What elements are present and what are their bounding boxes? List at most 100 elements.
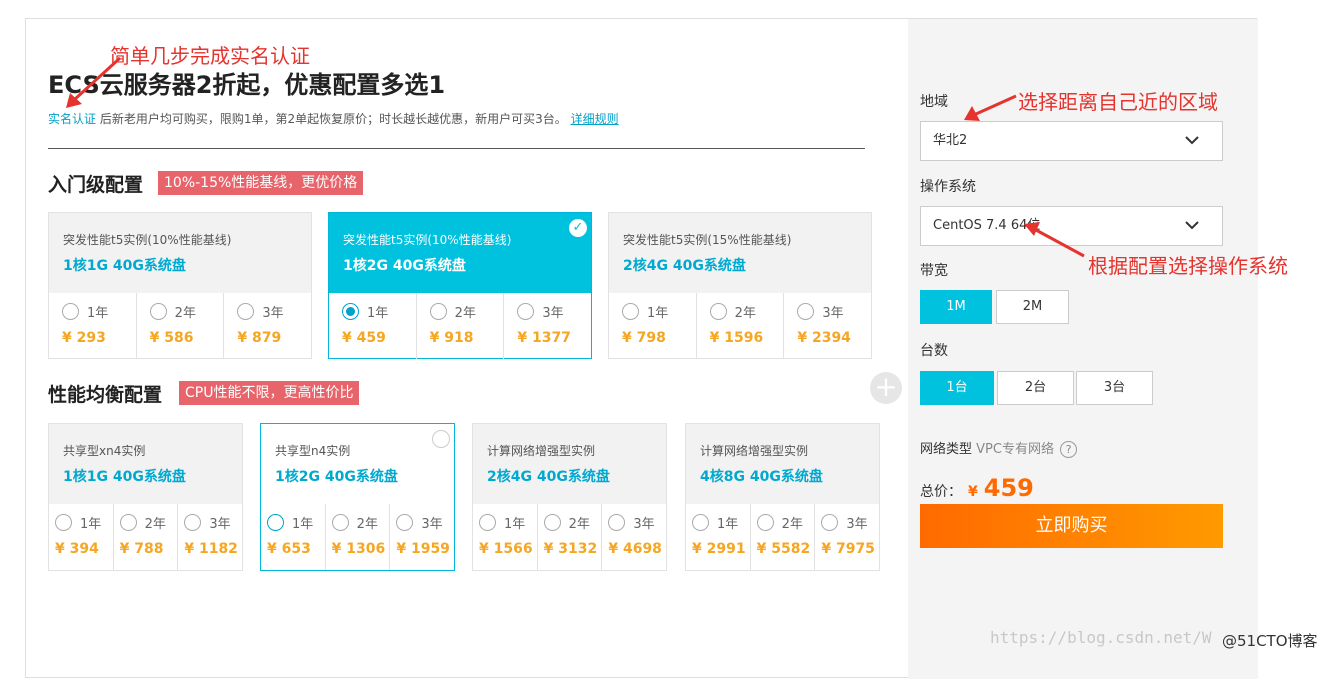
promo-description: 实名认证 后新老用户均可购买，限购1单，第2单起恢复原价；时长越长越优惠，新用户… [48,110,619,127]
term-option[interactable]: 3年 ¥ 2394 [784,293,871,359]
instance-config: 1核1G 40G系统盘 [63,469,186,485]
radio-button[interactable] [709,302,727,320]
radio-button[interactable] [517,302,535,320]
order-panel [908,19,1258,679]
page-frame: ECS云服务器2折起，优惠配置多选1 实名认证 后新老用户均可购买，限购1单，第… [25,18,1258,679]
instance-config: 1核2G 40G系统盘 [343,258,466,274]
help-icon[interactable]: ? [1060,441,1078,458]
price: ¥ 879 [237,330,282,346]
instance-type: 突发性能t5实例(10%性能基线) [343,233,512,247]
plan-card-selected[interactable]: 突发性能t5实例(10%性能基线) 1核2G 40G系统盘 ✓ 1年 ¥ 459… [328,212,592,359]
entry-section-tag: 10%-15%性能基线，更优价格 [158,171,364,195]
term-option[interactable]: 2年 ¥ 1306 [326,504,391,570]
watermark-site: @51CTO博客 [1222,632,1318,650]
radio-button[interactable] [62,302,79,320]
price: ¥ 293 [62,330,106,346]
total-price: 总价： ¥459 [920,474,1034,502]
term-option[interactable]: 3年 ¥ 1377 [504,293,591,359]
plan-card-hover[interactable]: 共享型n4实例 1核2G 40G系统盘 1年 ¥ 653 2年 ¥ 1306 3… [260,423,455,571]
os-select[interactable]: CentOS 7.4 64位 [920,206,1223,246]
balanced-section-tag: CPU性能不限，更高性价比 [179,381,360,405]
region-select[interactable]: 华北2 [920,121,1223,161]
term-option[interactable]: 1年 ¥ 459 [329,293,417,359]
term-option[interactable]: 1年 ¥ 798 [609,293,697,359]
radio-button[interactable] [119,513,137,531]
page-title: ECS云服务器2折起，优惠配置多选1 [48,71,446,99]
instance-type: 共享型n4实例 [275,444,351,458]
radio-button[interactable] [821,513,839,531]
check-icon: ✓ [569,219,587,237]
plan-card[interactable]: 共享型xn4实例 1核1G 40G系统盘 1年 ¥ 394 2年 ¥ 788 3… [48,423,243,571]
price: ¥ 798 [622,330,666,346]
radio-button[interactable] [608,513,626,531]
radio-button[interactable] [622,302,639,320]
term-option[interactable]: 1年 ¥ 293 [49,293,137,359]
term-option[interactable]: 3年 ¥ 879 [224,293,311,359]
radio-button[interactable] [267,513,284,531]
radio-button-checked[interactable] [342,302,359,320]
price: ¥ 1306 [331,541,386,557]
plus-icon: + [870,372,902,404]
term-option[interactable]: 2年 ¥ 586 [137,293,225,359]
region-value: 华北2 [933,133,968,148]
radio-button[interactable] [331,513,349,531]
radio-button[interactable] [543,513,561,531]
radio-button[interactable] [237,302,255,320]
radio-button[interactable] [149,302,167,320]
unchecked-circle-icon [432,430,450,448]
os-label: 操作系统 [920,179,976,195]
price: ¥ 459 [342,330,386,346]
network-type: 网络类型 VPC专有网络 ? [920,438,1078,458]
bandwidth-option-2m[interactable]: 2M [996,290,1069,324]
price: ¥ 788 [119,541,164,557]
radio-button[interactable] [692,513,709,531]
term-option[interactable]: 3年 ¥ 7975 [815,504,879,570]
radio-button[interactable] [756,513,774,531]
radio-button[interactable] [55,513,72,531]
count-option-1[interactable]: 1台 [920,371,994,405]
plan-card[interactable]: 突发性能t5实例(15%性能基线) 2核4G 40G系统盘 1年 ¥ 798 2… [608,212,872,359]
plan-card[interactable]: 计算网络增强型实例 4核8G 40G系统盘 1年 ¥ 2991 2年 ¥ 558… [685,423,880,571]
radio-button[interactable] [396,513,414,531]
term-option[interactable]: 2年 ¥ 918 [417,293,505,359]
network-value: VPC专有网络 [976,442,1054,457]
term-option[interactable]: 1年 ¥ 394 [49,504,114,570]
rules-link[interactable]: 详细规则 [571,112,619,126]
radio-button[interactable] [429,302,447,320]
instance-config: 1核2G 40G系统盘 [275,469,398,485]
term-option[interactable]: 2年 ¥ 1596 [697,293,785,359]
entry-section-title: 入门级配置 [48,174,144,196]
annotation-os: 根据配置选择操作系统 [1088,254,1288,278]
radio-button[interactable] [184,513,202,531]
instance-type: 突发性能t5实例(15%性能基线) [623,233,792,247]
radio-button[interactable] [479,513,496,531]
price: ¥ 1596 [709,330,764,346]
price: ¥ 5582 [756,541,811,557]
term-option[interactable]: 2年 ¥ 788 [114,504,179,570]
watermark-url: https://blog.csdn.net/W [990,628,1212,647]
term-option[interactable]: 3年 ¥ 4698 [602,504,666,570]
price: ¥ 7975 [821,541,875,557]
term-option[interactable]: 3年 ¥ 1959 [390,504,454,570]
verify-link[interactable]: 实名认证 [48,112,96,126]
term-option[interactable]: 2年 ¥ 3132 [538,504,603,570]
balanced-section-title: 性能均衡配置 [48,384,163,406]
plan-card[interactable]: 突发性能t5实例(10%性能基线) 1核1G 40G系统盘 1年 ¥ 293 2… [48,212,312,359]
chevron-down-icon [1185,221,1199,230]
term-option[interactable]: 1年 ¥ 1566 [473,504,538,570]
term-option[interactable]: 3年 ¥ 1182 [178,504,242,570]
bandwidth-label: 带宽 [920,263,948,279]
plan-card[interactable]: 计算网络增强型实例 2核4G 40G系统盘 1年 ¥ 1566 2年 ¥ 313… [472,423,667,571]
price: ¥ 1182 [184,541,238,557]
term-option[interactable]: 1年 ¥ 2991 [686,504,751,570]
buy-now-button[interactable]: 立即购买 [920,504,1223,548]
term-option[interactable]: 1年 ¥ 653 [261,504,326,570]
bandwidth-option-1m[interactable]: 1M [920,290,992,324]
radio-button[interactable] [797,302,815,320]
term-option[interactable]: 2年 ¥ 5582 [751,504,816,570]
promo-text: 后新老用户均可购买，限购1单，第2单起恢复原价；时长越长越优惠，新用户可买3台。 [99,112,567,126]
count-option-2[interactable]: 2台 [997,371,1074,405]
count-option-3[interactable]: 3台 [1076,371,1153,405]
instance-type: 计算网络增强型实例 [487,444,596,458]
instance-config: 2核4G 40G系统盘 [623,258,746,274]
